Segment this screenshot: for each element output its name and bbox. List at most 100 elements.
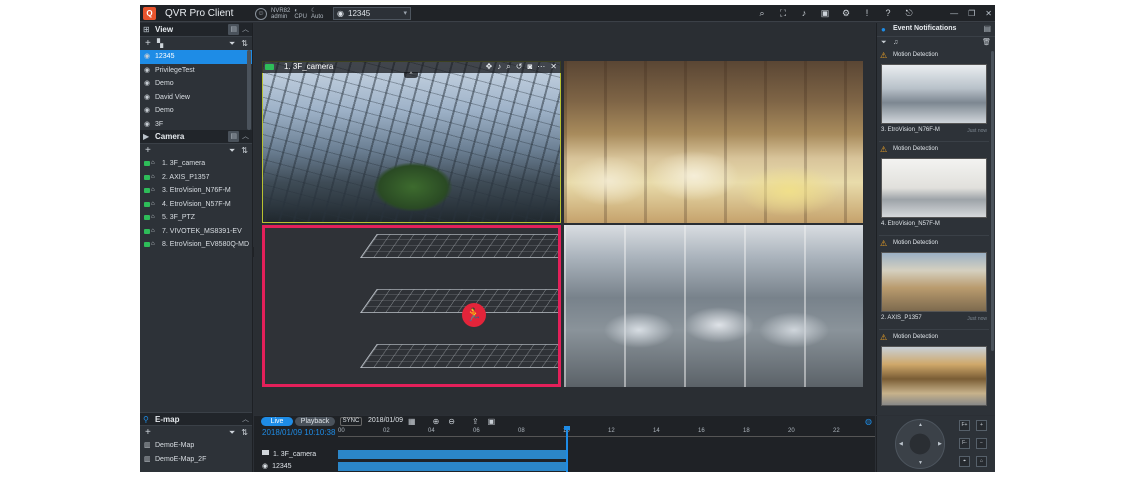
playback-icon[interactable]: ↺ [516, 61, 523, 73]
event-thumbnail[interactable] [881, 252, 987, 312]
emap-item[interactable]: ▥ DemoE-Map [140, 439, 252, 453]
bell-icon[interactable]: ♫ [893, 37, 898, 48]
view-item[interactable]: ◉ PrivilegeTest [140, 64, 252, 78]
event-thumbnail[interactable] [881, 64, 987, 124]
add-emap-button[interactable]: + [145, 426, 151, 439]
camera-item[interactable]: ⌂ 8. EtroVision_EV8580Q-MD [140, 238, 252, 252]
search-icon[interactable]: ⌕ [756, 7, 768, 20]
playback-button[interactable]: Playback [295, 417, 335, 426]
sort-icon[interactable]: ⇅ [241, 144, 248, 157]
arrow-right-icon[interactable]: ▶ [938, 441, 942, 447]
minimize-icon[interactable]: — [950, 7, 958, 20]
motion-alert-icon[interactable]: 🏃 [462, 303, 486, 327]
playhead[interactable] [564, 426, 570, 472]
sort-icon[interactable]: ⇅ [241, 426, 248, 439]
settings-icon[interactable]: ⚙ [840, 7, 852, 20]
globe-icon[interactable]: ◍ [865, 416, 872, 427]
help-icon[interactable]: ? [882, 7, 894, 20]
recording-segment[interactable] [338, 462, 567, 471]
arrow-left-icon[interactable]: ◀ [899, 441, 903, 447]
panel-toggle-icon[interactable]: ▤ [983, 24, 991, 33]
preset-icon[interactable]: ⌖ [959, 456, 970, 467]
view-item[interactable]: ◉ Demo [140, 77, 252, 91]
zoom-icon[interactable]: ⌕ [506, 61, 510, 73]
view-item[interactable]: ◉ David View [140, 91, 252, 105]
sync-button[interactable]: SYNC [340, 417, 362, 426]
arrow-down-icon[interactable]: ▼ [918, 460, 923, 466]
event-card[interactable]: ⚠ Motion Detection 3. EtroVision_N76F-M J… [879, 50, 989, 142]
fullscreen-icon[interactable]: ⛶ [777, 7, 789, 20]
emap-item[interactable]: ▥ DemoE-Map_2F [140, 453, 252, 467]
add-camera-button[interactable]: + [145, 144, 151, 157]
camera-mode-icon[interactable]: ▤ [228, 131, 239, 142]
delete-icon[interactable]: 🗑 [982, 37, 991, 48]
event-thumbnail[interactable] [881, 158, 987, 218]
timeline-track[interactable]: ◉ 12345 [254, 461, 875, 472]
zoom-in-icon[interactable]: ⊕ [433, 416, 440, 427]
ptz-icon[interactable]: ✥ [486, 61, 493, 73]
home-icon[interactable]: ⌂ [976, 456, 987, 467]
playback-date[interactable]: 2018/01/09 [368, 417, 403, 424]
zoom-in-icon[interactable]: + [976, 420, 987, 431]
volume-icon[interactable]: ♪ [798, 7, 810, 20]
view-section-header[interactable]: ⊞ View ▤ ︿ [140, 23, 252, 37]
alert-icon[interactable]: ! [861, 7, 873, 20]
more-icon[interactable]: ⋯ [537, 61, 545, 73]
arrow-up-icon[interactable]: ▲ [918, 422, 923, 428]
chevron-up-icon[interactable]: ︿ [242, 131, 249, 142]
snapshot-icon[interactable]: ◙ [527, 61, 532, 73]
camera-item[interactable]: ⌂ 5. 3F_PTZ [140, 211, 252, 225]
emap-section-header[interactable]: ⚲ E-map ︿ [140, 412, 252, 426]
chevron-up-icon[interactable]: ︿ [242, 24, 249, 35]
ptz-joystick[interactable]: ▲ ▼ ◀ ▶ [895, 419, 945, 469]
event-thumbnail[interactable] [881, 346, 987, 406]
event-card[interactable]: ⚠ Motion Detection 2. AXIS_P1357 Just now [879, 238, 989, 330]
snapshot-icon[interactable]: ▣ [488, 416, 496, 427]
camera-item[interactable]: ⌂ 3. EtroVision_N76F-M [140, 184, 252, 198]
view-item[interactable]: ◉ 12345 [140, 50, 252, 64]
filter-icon[interactable]: ⏷ [229, 144, 235, 157]
filter-icon[interactable]: ⏷ [229, 37, 235, 50]
filter-icon[interactable]: ⏷ [881, 37, 887, 48]
view-mode-icon[interactable]: ▤ [228, 24, 239, 35]
timeline-track[interactable]: 1. 3F_camera [254, 449, 875, 460]
event-card[interactable]: ⚠ Motion Detection [879, 332, 989, 406]
close-icon[interactable]: ✕ [550, 61, 557, 73]
restaurant-camera-tile[interactable] [564, 61, 863, 223]
emap-floorplan-tile[interactable]: 🏃 [262, 225, 561, 387]
focus-minus-button[interactable]: F- [959, 438, 970, 449]
camera-item[interactable]: ⌂ 2. AXIS_P1357 [140, 171, 252, 185]
close-icon[interactable]: ✕ [985, 7, 992, 20]
view-item[interactable]: ◉ 3F [140, 118, 252, 132]
timeline-ruler[interactable]: 00 02 04 06 08 10 12 14 16 18 20 22 [338, 428, 875, 437]
zoom-out-icon[interactable]: ⊖ [448, 416, 455, 427]
focus-plus-button[interactable]: F+ [959, 420, 970, 431]
restore-icon[interactable]: ❐ [968, 7, 975, 20]
camera-item[interactable]: ⌂ 4. EtroVision_N57F-M [140, 198, 252, 212]
clip-icon[interactable]: ▣ [819, 7, 831, 20]
volume-icon[interactable]: ♪ [497, 61, 501, 73]
camera-section-header[interactable]: ▶ Camera ▤ ︿ [140, 130, 252, 144]
atrium-camera-tile[interactable] [262, 61, 561, 223]
event-card[interactable]: ⚠ Motion Detection 4. EtroVision_N57F-M [879, 144, 989, 236]
chevron-up-icon[interactable]: ^ [404, 72, 418, 78]
parking-camera-tile[interactable] [564, 225, 863, 387]
view-selector[interactable]: ◉ 12345 ▾ [333, 7, 411, 20]
layout-icon[interactable]: ▚ [157, 37, 163, 50]
sort-icon[interactable]: ⇅ [241, 37, 248, 50]
zoom-out-icon[interactable]: − [976, 438, 987, 449]
event-scrollbar[interactable] [991, 51, 994, 351]
live-button[interactable]: Live [261, 417, 293, 426]
nvr-status[interactable]: ☺ NVR82 admin ◐ CPU ☾ Auto [255, 6, 323, 21]
export-icon[interactable]: ⇪ [472, 416, 479, 427]
calendar-icon[interactable]: ▦ [408, 416, 416, 427]
camera-item[interactable]: ⌂ 7. VIVOTEK_MS8391-EV [140, 225, 252, 239]
add-view-button[interactable]: + [145, 37, 151, 50]
filter-icon[interactable]: ⏷ [229, 426, 235, 439]
recording-segment[interactable] [338, 450, 567, 459]
view-item[interactable]: ◉ Demo [140, 104, 252, 118]
logout-icon[interactable]: ⎋ [903, 7, 915, 20]
chevron-up-icon[interactable]: ︿ [242, 414, 249, 425]
camera-item[interactable]: ⌂ 1. 3F_camera [140, 157, 252, 171]
view-scrollbar[interactable] [247, 50, 251, 130]
